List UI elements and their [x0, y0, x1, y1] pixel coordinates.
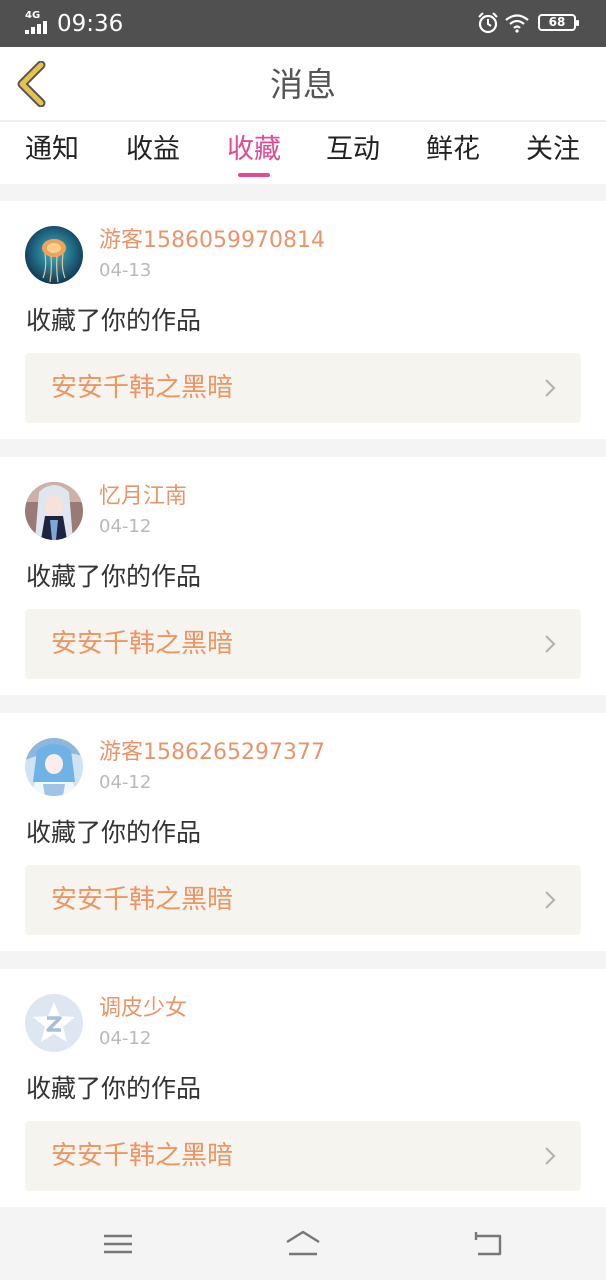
battery-indicator: 68 [538, 14, 579, 31]
clock: 09:36 [57, 11, 124, 37]
active-tab-indicator [238, 173, 270, 177]
avatar[interactable] [25, 482, 83, 540]
tab-earnings[interactable]: 收益 [103, 130, 203, 170]
action-text: 收藏了你的作品 [26, 818, 202, 847]
chevron-right-icon [545, 891, 556, 909]
back-icon[interactable] [468, 1226, 508, 1262]
message-card: 调皮少女 04-12 收藏了你的作品 安安千韩之黑暗 [0, 969, 606, 1207]
avatar[interactable] [25, 738, 83, 796]
wifi-icon [505, 14, 529, 33]
tab-flowers[interactable]: 鲜花 [403, 130, 503, 170]
work-title: 安安千韩之黑暗 [51, 885, 234, 915]
avatar[interactable] [25, 994, 83, 1052]
menu-icon[interactable] [98, 1226, 138, 1262]
work-title: 安安千韩之黑暗 [51, 1141, 234, 1171]
username[interactable]: 调皮少女 [99, 995, 187, 1023]
alarm-icon [478, 12, 498, 34]
system-nav-bar [0, 1208, 606, 1280]
tab-bar: 通知 收益 收藏 互动 鲜花 关注 [0, 122, 606, 184]
username[interactable]: 游客1586265297377 [99, 739, 325, 767]
message-date: 04-12 [99, 772, 152, 793]
tab-interactions[interactable]: 互动 [303, 130, 403, 170]
work-title: 安安千韩之黑暗 [51, 373, 234, 403]
message-card: 游客1586265297377 04-12 收藏了你的作品 安安千韩之黑暗 [0, 713, 606, 951]
action-text: 收藏了你的作品 [26, 306, 202, 335]
username[interactable]: 游客1586059970814 [99, 227, 325, 255]
work-title: 安安千韩之黑暗 [51, 629, 234, 659]
action-text: 收藏了你的作品 [26, 562, 202, 591]
work-link[interactable]: 安安千韩之黑暗 [25, 865, 581, 935]
username[interactable]: 忆月江南 [99, 483, 187, 511]
status-bar: 4G 09:36 68 [0, 0, 606, 47]
avatar[interactable] [25, 226, 83, 284]
chevron-right-icon [545, 379, 556, 397]
work-link[interactable]: 安安千韩之黑暗 [25, 1121, 581, 1191]
message-card: 游客1586059970814 04-13 收藏了你的作品 安安千韩之黑暗 [0, 201, 606, 439]
message-date: 04-12 [99, 516, 152, 537]
message-card: 忆月江南 04-12 收藏了你的作品 安安千韩之黑暗 [0, 457, 606, 695]
message-date: 04-13 [99, 260, 152, 281]
home-icon[interactable] [283, 1226, 323, 1262]
work-link[interactable]: 安安千韩之黑暗 [25, 609, 581, 679]
tab-favorites[interactable]: 收藏 [204, 130, 304, 170]
tab-following[interactable]: 关注 [503, 130, 603, 170]
tab-notifications[interactable]: 通知 [2, 130, 102, 170]
chevron-right-icon [545, 635, 556, 653]
header: 消息 [0, 47, 606, 120]
work-link[interactable]: 安安千韩之黑暗 [25, 353, 581, 423]
page-title: 消息 [270, 65, 336, 104]
chevron-right-icon [545, 1147, 556, 1165]
message-date: 04-12 [99, 1028, 152, 1049]
signal-icon [25, 20, 51, 34]
action-text: 收藏了你的作品 [26, 1074, 202, 1103]
